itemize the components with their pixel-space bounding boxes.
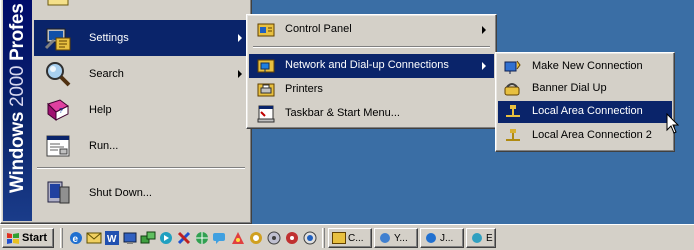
banner-title-bold: Windows [6,111,28,193]
network-item-banner-dial-up[interactable]: Banner Dial Up [498,78,672,100]
start-menu: Windows 2000 Profes Settings Search ? He… [0,0,252,224]
internet-explorer-icon[interactable]: e [68,230,84,246]
svg-text:e: e [73,234,79,245]
documents-icon [47,0,69,6]
run-label: Run... [89,140,119,152]
printers-label: Printers [285,83,323,95]
paint-icon[interactable] [230,230,246,246]
control-panel-label: Control Panel [285,23,352,35]
start-menu-item-run[interactable]: Run... [34,128,248,164]
outlook-icon[interactable] [86,230,102,246]
taskbar-icon [257,105,275,123]
record-icon[interactable] [284,230,300,246]
network-item-local-area-connection-2[interactable]: Local Area Connection 2 [498,125,672,147]
media-player-icon[interactable] [158,230,174,246]
search-icon [46,62,71,87]
make-new-connection-label: Make New Connection [532,60,643,72]
disc-icon[interactable] [266,230,282,246]
submenu-arrow-icon [238,34,242,42]
clip-icon[interactable] [248,230,264,246]
menu-separator [253,46,490,48]
taskbar-grip[interactable] [60,228,63,248]
start-label: Start [22,232,48,244]
settings-item-taskbar-start-menu[interactable]: Taskbar & Start Menu... [249,102,494,126]
start-menu-item-help[interactable]: ? Help [34,92,248,128]
shut-down-label: Shut Down... [89,187,152,199]
network-app-icon[interactable] [140,230,156,246]
mouse-pointer-icon [666,113,680,134]
banner-title-version: 2000 [6,65,28,112]
app-window-icon [472,233,482,243]
task-button[interactable]: J... [420,228,464,248]
help-label: Help [89,104,112,116]
taskbar-grip[interactable] [322,228,325,248]
settings-item-printers[interactable]: Printers [249,78,494,102]
task-button-label: E [486,232,493,244]
control-panel-icon [257,23,275,37]
help-book-icon: ? [47,99,69,121]
taskbar-start-menu-label: Taskbar & Start Menu... [285,107,400,119]
globe-icon[interactable] [194,230,210,246]
chat-icon[interactable] [212,230,228,246]
start-menu-item-settings[interactable]: Settings [34,20,248,56]
task-button-label: J... [440,232,454,244]
svg-text:W: W [107,234,117,245]
lan-icon [506,129,520,141]
app-window-icon [332,232,346,244]
run-icon [46,135,70,157]
local-area-connection-2-label: Local Area Connection 2 [532,129,652,141]
network-connections-icon [257,59,275,73]
tools-icon[interactable] [176,230,192,246]
search-label: Search [89,68,124,80]
local-area-connection-label: Local Area Connection [532,105,643,117]
task-button[interactable]: E [466,228,496,248]
settings-item-control-panel[interactable]: Control Panel [249,18,494,42]
network-connections-label: Network and Dial-up Connections [285,59,449,71]
task-button[interactable]: C... [328,228,372,248]
menu-separator [37,167,245,169]
network-item-make-new-connection[interactable]: Make New Connection [498,56,672,78]
lan-icon [506,105,520,117]
printers-icon [257,83,275,97]
task-button[interactable]: Y... [374,228,418,248]
task-button-label: C... [348,232,364,244]
start-button[interactable]: Start [2,228,54,248]
app-window-icon [426,233,436,243]
dial-up-icon [504,83,520,96]
taskbar: Start e W C... Y... J... E [0,224,694,250]
submenu-arrow-icon [482,62,486,70]
shut-down-icon [47,181,70,204]
app-window-icon [380,233,390,243]
svg-text:?: ? [59,108,63,115]
start-menu-item-partial[interactable] [34,0,248,9]
start-menu-item-shut-down[interactable]: Shut Down... [34,175,248,211]
info-icon[interactable] [302,230,318,246]
network-item-local-area-connection[interactable]: Local Area Connection [498,101,672,123]
word-icon[interactable]: W [104,230,120,246]
settings-icon [44,28,71,51]
start-menu-banner: Windows 2000 Profes [3,0,32,221]
settings-label: Settings [89,32,129,44]
make-new-connection-icon [504,60,521,74]
task-button-label: Y... [394,232,408,244]
show-desktop-icon[interactable] [122,230,138,246]
network-connections-submenu: Make New Connection Banner Dial Up Local… [495,52,675,152]
settings-item-network-connections[interactable]: Network and Dial-up Connections [249,54,494,78]
banner-title-edition: Profes [6,3,28,66]
submenu-arrow-icon [482,26,486,34]
banner-dial-up-label: Banner Dial Up [532,82,607,94]
windows-logo-icon [7,232,19,244]
start-menu-item-search[interactable]: Search [34,56,248,92]
submenu-arrow-icon [238,70,242,78]
settings-submenu: Control Panel Network and Dial-up Connec… [246,14,497,129]
